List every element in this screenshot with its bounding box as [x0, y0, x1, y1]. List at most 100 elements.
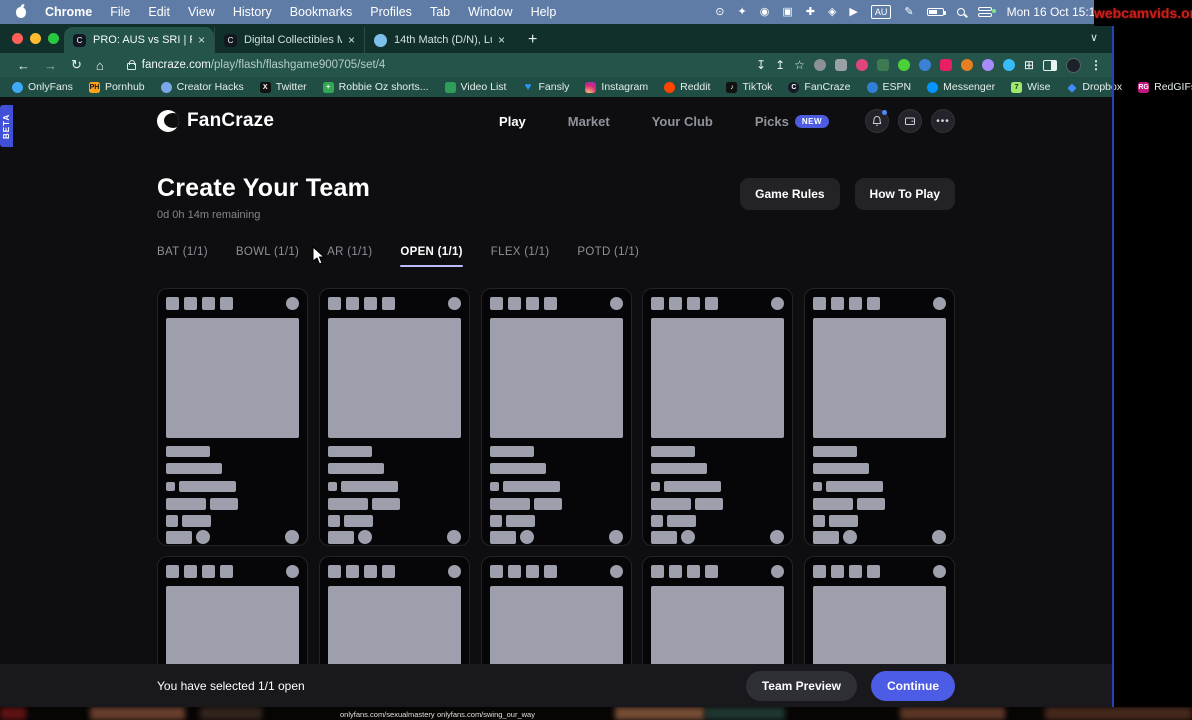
minimize-window-button[interactable]: [30, 33, 41, 44]
menu-history[interactable]: History: [233, 5, 272, 19]
bookmark-pornhub[interactable]: PHPornhub: [89, 81, 145, 93]
player-card-skeleton[interactable]: [642, 288, 793, 546]
how-to-play-button[interactable]: How To Play: [855, 178, 955, 210]
skeleton-dot: [813, 482, 822, 491]
bookmark-messenger[interactable]: Messenger: [927, 81, 995, 93]
filter-tab-flex[interactable]: FLEX (1/1): [491, 246, 550, 267]
bookmark-espn[interactable]: ESPN: [867, 81, 912, 93]
shield-icon[interactable]: ◈: [828, 7, 836, 18]
bookmark-instagram[interactable]: Instagram: [585, 81, 648, 93]
photos-icon[interactable]: ▣: [782, 7, 792, 18]
tab-close-icon[interactable]: ×: [498, 33, 505, 47]
bookmark-video-list[interactable]: Video List: [445, 81, 507, 93]
bookmark-reddit[interactable]: Reddit: [664, 81, 710, 93]
extension-icon-9[interactable]: [982, 59, 994, 71]
bookmark-redgifs[interactable]: RGRedGIFs: [1138, 81, 1192, 93]
skeleton-text-bar: [166, 446, 210, 457]
reload-button[interactable]: ↻: [71, 57, 82, 73]
extension-icon-8[interactable]: [961, 59, 973, 71]
player-card-skeleton[interactable]: [319, 288, 470, 546]
bookmark-label: Dropbox: [1082, 81, 1122, 93]
side-panel-icon[interactable]: [1043, 60, 1057, 71]
filter-tab-ar[interactable]: AR (1/1): [327, 246, 372, 267]
tab-close-icon[interactable]: ×: [348, 33, 355, 47]
bookmark-creator-hacks[interactable]: Creator Hacks: [161, 81, 244, 93]
filter-tab-potd[interactable]: POTD (1/1): [577, 246, 639, 267]
bookmark-twitter[interactable]: XTwitter: [260, 81, 307, 93]
extension-icon-2[interactable]: [835, 59, 847, 71]
menu-file[interactable]: File: [110, 5, 130, 19]
pen-icon[interactable]: ✎: [904, 7, 913, 18]
tools-icon[interactable]: ✚: [806, 7, 815, 18]
share-icon[interactable]: ↥: [775, 58, 785, 72]
bookmark-fancraze[interactable]: CFanCraze: [788, 81, 850, 93]
keychain-icon[interactable]: ⊙: [715, 7, 724, 18]
player-card-skeleton[interactable]: [804, 288, 955, 546]
filter-tab-bat[interactable]: BAT (1/1): [157, 246, 208, 267]
game-rules-button[interactable]: Game Rules: [740, 178, 839, 210]
nav-your-club[interactable]: Your Club: [652, 114, 713, 129]
team-preview-button[interactable]: Team Preview: [746, 671, 857, 701]
forward-button[interactable]: →: [44, 58, 57, 73]
menu-edit[interactable]: Edit: [148, 5, 170, 19]
notifications-button[interactable]: [865, 109, 889, 133]
menu-chrome[interactable]: Chrome: [45, 5, 92, 19]
bookmark-robbie-oz-shorts-[interactable]: +Robbie Oz shorts...: [323, 81, 429, 93]
dropbox-icon[interactable]: ✦: [737, 7, 746, 18]
bookmark-wise[interactable]: 7Wise: [1011, 81, 1050, 93]
filter-tab-open[interactable]: OPEN (1/1): [400, 246, 462, 267]
extension-icon-3[interactable]: [856, 59, 868, 71]
download-icon[interactable]: ↧: [756, 58, 766, 72]
apple-icon[interactable]: [16, 7, 26, 18]
spotlight-icon[interactable]: [957, 8, 965, 16]
bookmark-fansly[interactable]: ♥Fansly: [522, 81, 569, 93]
extensions-puzzle-icon[interactable]: ⊞: [1024, 58, 1034, 72]
play-icon[interactable]: ▶: [849, 7, 857, 18]
extension-icon-5[interactable]: [898, 59, 910, 71]
nav-play[interactable]: Play: [499, 114, 526, 129]
chrome-menu-icon[interactable]: ⋮: [1090, 58, 1102, 72]
input-source-badge[interactable]: AU: [871, 5, 892, 19]
nav-market[interactable]: Market: [568, 114, 610, 129]
extension-icon-7[interactable]: [940, 59, 952, 71]
bookmark-tiktok[interactable]: ♪TikTok: [726, 81, 772, 93]
skeleton-stat-square: [867, 297, 880, 310]
filter-tab-bowl[interactable]: BOWL (1/1): [236, 246, 299, 267]
recording-dot-icon[interactable]: ◉: [760, 7, 770, 18]
menu-tab[interactable]: Tab: [430, 5, 450, 19]
address-bar[interactable]: fancraze.com/play/flash/flashgame900705/…: [142, 59, 386, 71]
home-button[interactable]: ⌂: [96, 58, 104, 73]
browser-tab-3[interactable]: 14th Match (D/N), Lucknow, C×: [364, 27, 514, 53]
extension-icon-1[interactable]: [814, 59, 826, 71]
beta-ribbon[interactable]: BETA: [0, 105, 13, 147]
player-card-skeleton[interactable]: [481, 288, 632, 546]
extension-icon-10[interactable]: [1003, 59, 1015, 71]
new-tab-button[interactable]: +: [528, 31, 537, 49]
zoom-window-button[interactable]: [48, 33, 59, 44]
browser-tab-1[interactable]: CPRO: AUS vs SRI | FanCraze×: [64, 27, 214, 53]
extension-icon-4[interactable]: [877, 59, 889, 71]
wallet-button[interactable]: [898, 109, 922, 133]
bookmark-star-icon[interactable]: ☆: [794, 58, 805, 72]
menu-bookmarks[interactable]: Bookmarks: [290, 5, 353, 19]
tab-close-icon[interactable]: ×: [198, 33, 205, 47]
menu-help[interactable]: Help: [531, 5, 557, 19]
profile-avatar[interactable]: [1066, 58, 1081, 73]
control-center-icon[interactable]: [978, 7, 992, 17]
more-options-button[interactable]: •••: [931, 109, 955, 133]
close-window-button[interactable]: [12, 33, 23, 44]
bookmark-onlyfans[interactable]: OnlyFans: [12, 81, 73, 93]
nav-picks[interactable]: PicksNEW: [755, 114, 829, 129]
player-card-skeleton[interactable]: [157, 288, 308, 546]
menu-profiles[interactable]: Profiles: [370, 5, 412, 19]
extension-icon-6[interactable]: [919, 59, 931, 71]
fancraze-logo[interactable]: FanCraze: [157, 110, 274, 132]
ssl-lock-icon[interactable]: [127, 63, 136, 70]
menu-window[interactable]: Window: [468, 5, 512, 19]
browser-tab-2[interactable]: CDigital Collectibles Marketpla×: [214, 27, 364, 53]
back-button[interactable]: ←: [17, 58, 30, 73]
continue-button[interactable]: Continue: [871, 671, 955, 701]
battery-icon[interactable]: [927, 8, 944, 16]
menu-view[interactable]: View: [188, 5, 215, 19]
tab-search-chevron-icon[interactable]: ∨: [1090, 31, 1098, 44]
